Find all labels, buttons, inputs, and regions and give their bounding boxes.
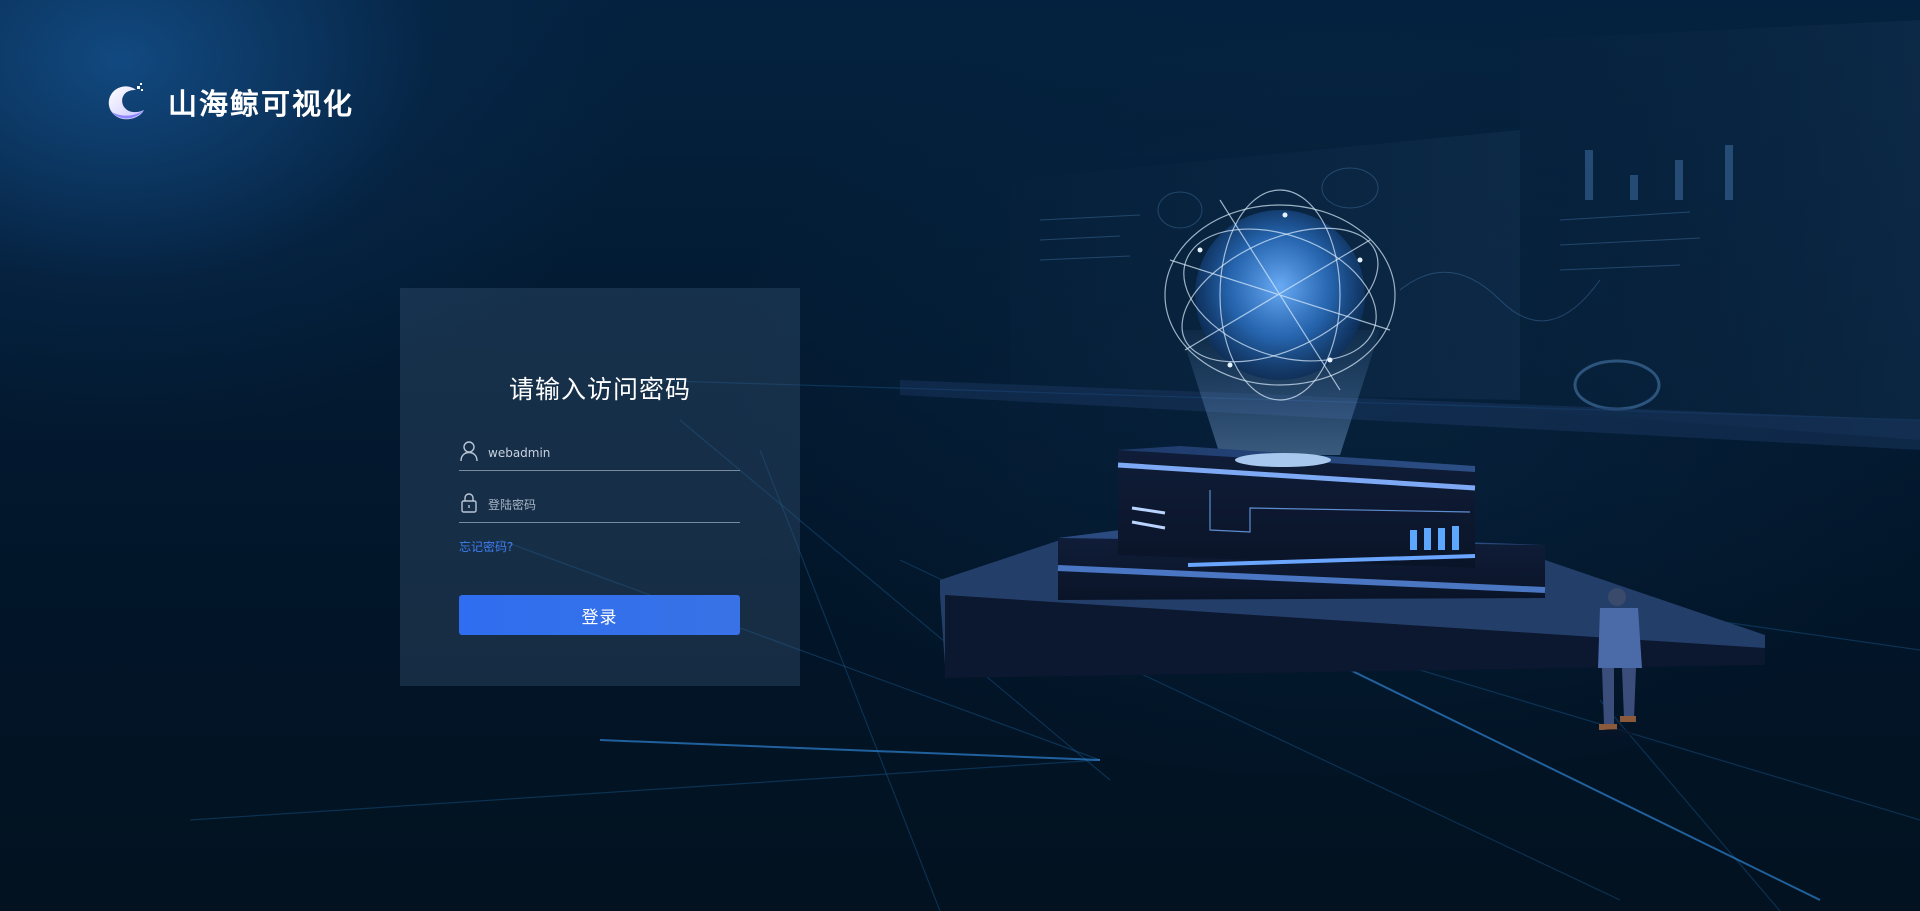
password-field [459, 487, 740, 523]
server-pedestal [940, 446, 1765, 678]
lock-icon [461, 493, 477, 513]
login-title: 请输入访问密码 [508, 375, 691, 404]
dashboard-panels [1010, 20, 1920, 440]
brand-name: 山海鲸可视化 [168, 87, 355, 121]
username-field [459, 435, 740, 471]
login-page: 山海鲸可视化 请输入访问密码 忘记密码? 登录 [0, 0, 1920, 911]
whale-logo-icon [108, 83, 144, 120]
username-input[interactable] [488, 435, 738, 471]
forgot-password-link[interactable]: 忘记密码? [459, 538, 513, 555]
brand-logo: 山海鲸可视化 [104, 80, 354, 124]
user-icon [460, 441, 478, 462]
background-illustration [189, 20, 1920, 911]
login-button[interactable]: 登录 [459, 595, 740, 635]
login-card: 请输入访问密码 忘记密码? 登录 [400, 288, 800, 686]
password-input[interactable] [488, 487, 738, 523]
standing-person [1597, 588, 1642, 737]
